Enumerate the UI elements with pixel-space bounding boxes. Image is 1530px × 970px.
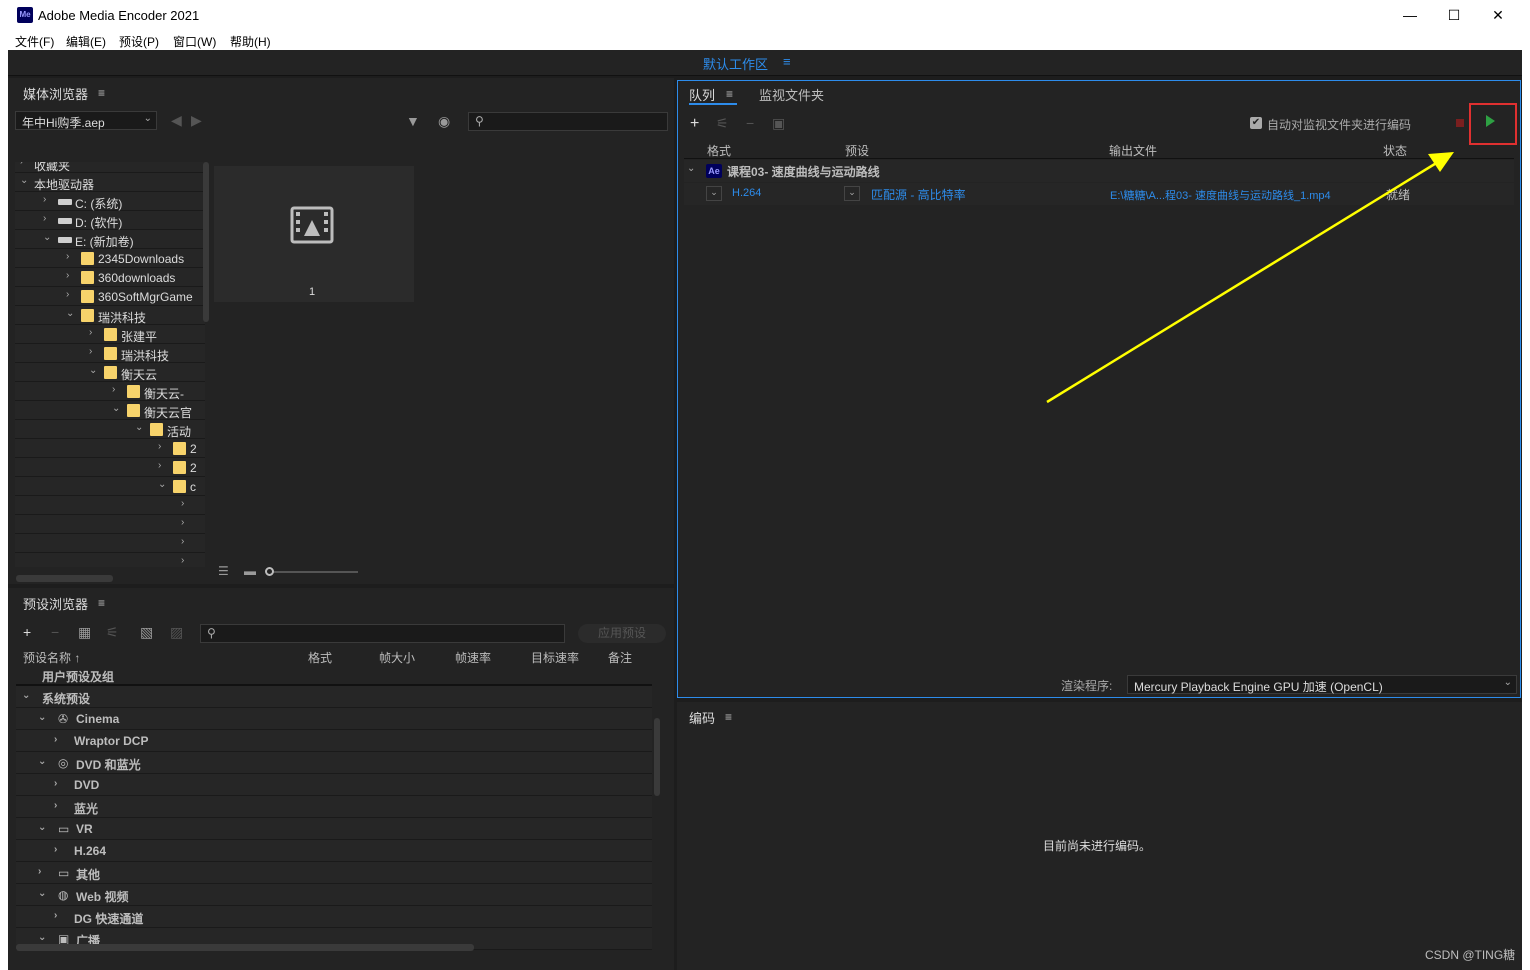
maximize-button[interactable]: ☐ [1434, 4, 1474, 26]
close-button[interactable]: ✕ [1478, 4, 1518, 26]
menu-help[interactable]: 帮助(H) [230, 33, 271, 50]
title-bar: Me Adobe Media Encoder 2021 — ☐ ✕ [8, 0, 1522, 30]
menu-bar: 文件(F) 编辑(E) 预设(P) 窗口(W) 帮助(H) [8, 30, 1522, 50]
minimize-button[interactable]: — [1390, 4, 1430, 26]
menu-edit[interactable]: 编辑(E) [66, 33, 106, 50]
window-title: Adobe Media Encoder 2021 [38, 8, 200, 23]
menu-window[interactable]: 窗口(W) [173, 33, 216, 50]
menu-preset[interactable]: 预设(P) [119, 33, 159, 50]
app-body: 默认工作区 ≡ 媒体浏览器 ≡ 年中Hi购季.aep ⌄ ◀ ▶ ▼ ◉ ⚲ ›… [8, 50, 1522, 970]
app-logo-icon: Me [17, 7, 33, 23]
menu-file[interactable]: 文件(F) [15, 33, 54, 50]
annotation-arrow [1046, 152, 1454, 404]
